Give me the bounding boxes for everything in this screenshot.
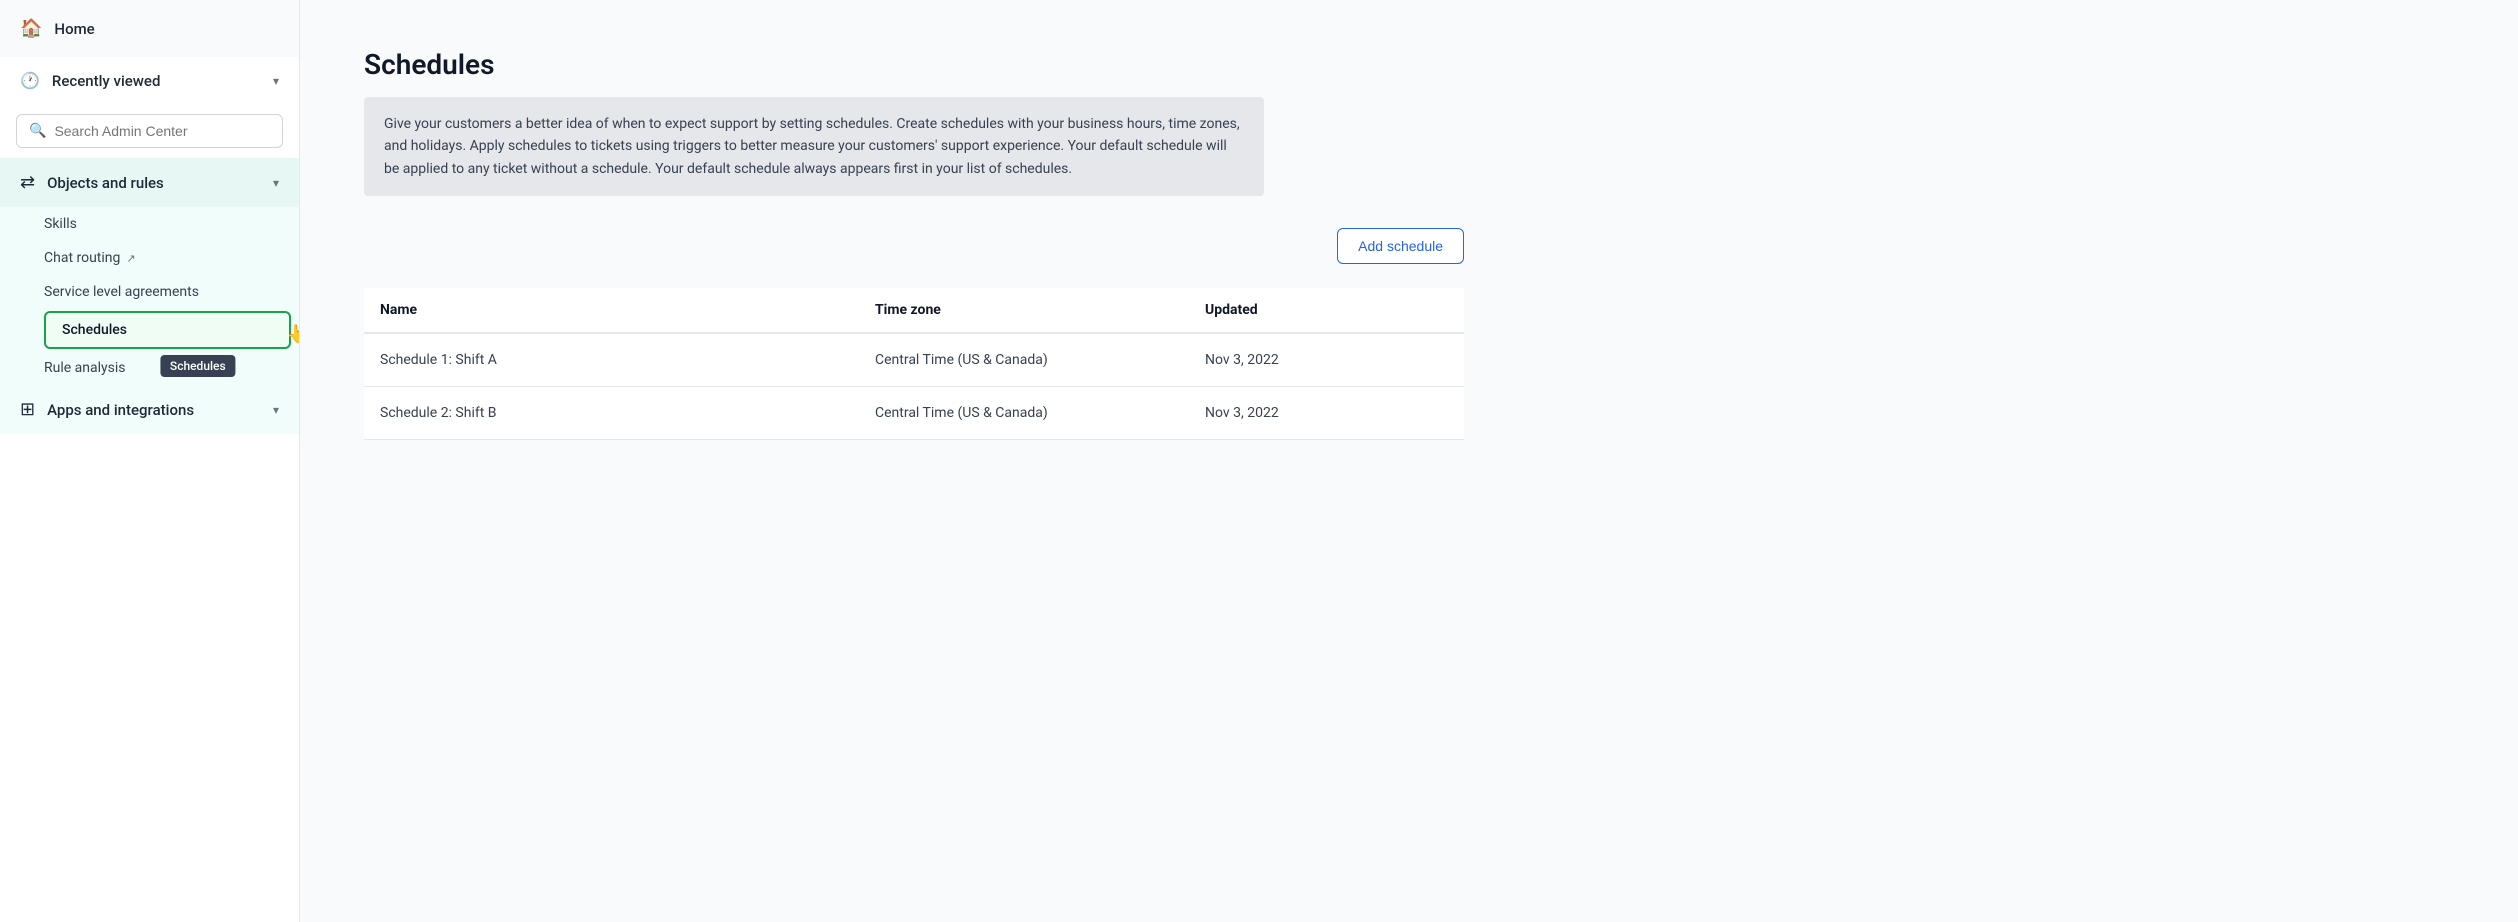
apps-integrations-header[interactable]: ⊞ Apps and integrations ▾ (0, 385, 299, 434)
apps-icon: ⊞ (20, 399, 35, 420)
add-schedule-button[interactable]: Add schedule (1337, 228, 1464, 264)
external-link-icon: ↗ (126, 252, 135, 265)
search-box: 🔍 (16, 114, 283, 148)
cell-updated: Nov 3, 2022 (1189, 333, 1464, 387)
objects-rules-sub-items: Skills Chat routing ↗ Service level agre… (0, 207, 299, 385)
sidebar-item-skills[interactable]: Skills (44, 207, 299, 241)
table-row[interactable]: Schedule 1: Shift A Central Time (US & C… (364, 333, 1464, 387)
apps-integrations-chevron-icon: ▾ (273, 403, 279, 417)
main-content: Schedules Give your customers a better i… (300, 0, 2518, 922)
sidebar-item-schedules[interactable]: Schedules 👆 Schedules (44, 311, 291, 349)
sidebar-item-chat-routing[interactable]: Chat routing ↗ (44, 241, 299, 275)
objects-rules-header[interactable]: ⇄ Objects and rules ▾ (0, 158, 299, 207)
search-container: 🔍 (0, 104, 299, 158)
cell-timezone: Central Time (US & Canada) (859, 333, 1189, 387)
recently-viewed-chevron-icon: ▾ (273, 74, 279, 88)
sidebar: 🏠 Home 🕐 Recently viewed ▾ 🔍 ⇄ Objects a… (0, 0, 300, 922)
home-icon: 🏠 (20, 18, 42, 39)
skills-label: Skills (44, 216, 77, 232)
cell-timezone: Central Time (US & Canada) (859, 387, 1189, 440)
recently-viewed-left: 🕐 Recently viewed (20, 71, 160, 90)
objects-rules-chevron-icon: ▾ (273, 176, 279, 190)
sidebar-item-rule-analysis[interactable]: Rule analysis (44, 351, 299, 385)
schedules-label: Schedules (62, 322, 127, 338)
apps-integrations-left: ⊞ Apps and integrations (20, 399, 194, 420)
objects-rules-section: ⇄ Objects and rules ▾ Skills Chat routin… (0, 158, 299, 385)
toolbar: Add schedule (364, 228, 1464, 264)
col-header-timezone: Time zone (859, 288, 1189, 333)
col-header-updated: Updated (1189, 288, 1464, 333)
cursor-icon: 👆 (287, 324, 300, 345)
sidebar-item-service-level[interactable]: Service level agreements (44, 275, 299, 309)
search-icon: 🔍 (29, 123, 46, 139)
page-title: Schedules (364, 48, 2454, 81)
page-description: Give your customers a better idea of whe… (364, 97, 1264, 196)
table-body: Schedule 1: Shift A Central Time (US & C… (364, 333, 1464, 440)
sidebar-recently-viewed[interactable]: 🕐 Recently viewed ▾ (0, 57, 299, 104)
cell-name: Schedule 2: Shift B (364, 387, 859, 440)
objects-rules-label: Objects and rules (47, 174, 164, 192)
col-header-name: Name (364, 288, 859, 333)
table-header-row: Name Time zone Updated (364, 288, 1464, 333)
search-input[interactable] (54, 123, 270, 139)
apps-integrations-section: ⊞ Apps and integrations ▾ (0, 385, 299, 434)
service-level-label: Service level agreements (44, 284, 199, 300)
sidebar-item-home[interactable]: 🏠 Home (0, 0, 299, 57)
apps-integrations-label: Apps and integrations (47, 401, 194, 419)
routes-icon: ⇄ (20, 172, 35, 193)
sidebar-home-label: Home (54, 20, 94, 38)
recently-viewed-label: Recently viewed (52, 72, 161, 90)
clock-icon: 🕐 (20, 71, 40, 90)
schedules-table: Name Time zone Updated Schedule 1: Shift… (364, 288, 1464, 440)
table-row[interactable]: Schedule 2: Shift B Central Time (US & C… (364, 387, 1464, 440)
chat-routing-label: Chat routing (44, 250, 120, 266)
objects-rules-left: ⇄ Objects and rules (20, 172, 164, 193)
table-header: Name Time zone Updated (364, 288, 1464, 333)
cell-name: Schedule 1: Shift A (364, 333, 859, 387)
rule-analysis-label: Rule analysis (44, 360, 126, 376)
cell-updated: Nov 3, 2022 (1189, 387, 1464, 440)
